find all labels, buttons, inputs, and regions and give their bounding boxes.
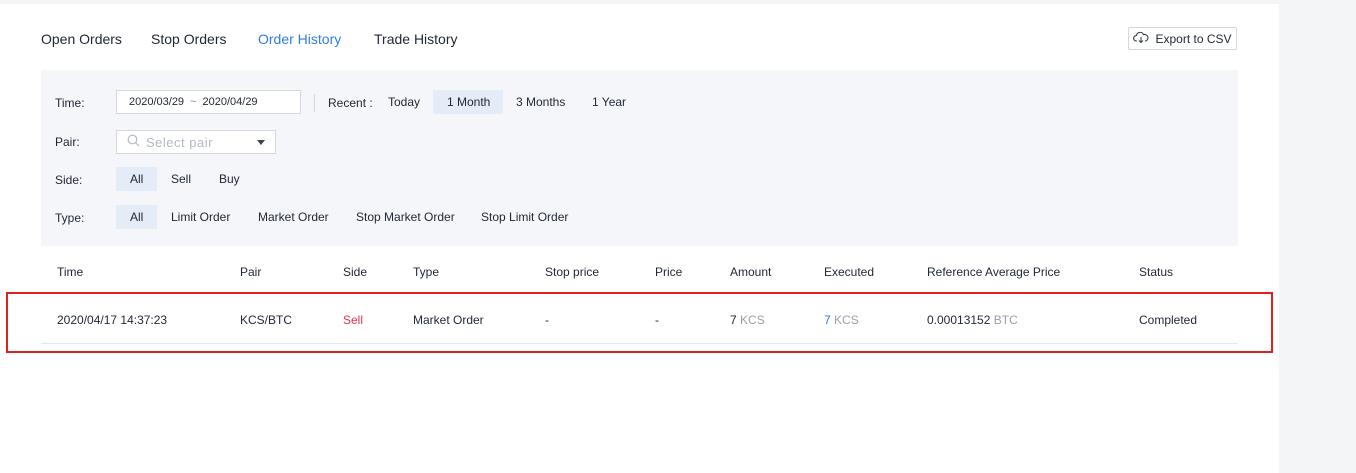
recent-label: Recent : — [328, 96, 373, 110]
cloud-download-icon — [1133, 31, 1149, 46]
recent-3-months[interactable]: 3 Months — [502, 90, 579, 114]
time-label: Time: — [55, 96, 85, 110]
chevron-down-icon — [257, 140, 265, 145]
col-time: Time — [57, 265, 84, 279]
tab-open-orders[interactable]: Open Orders — [41, 31, 122, 47]
col-side: Side — [343, 265, 368, 279]
tab-order-history[interactable]: Order History — [258, 31, 341, 47]
col-amount: Amount — [730, 265, 772, 279]
search-icon — [127, 134, 140, 150]
export-csv-label: Export to CSV — [1155, 31, 1232, 46]
col-status: Status — [1139, 265, 1174, 279]
highlight-box — [6, 292, 1273, 353]
date-to: 2020/04/29 — [202, 96, 258, 108]
tab-trade-history[interactable]: Trade History — [374, 31, 458, 47]
col-executed: Executed — [824, 265, 875, 279]
type-stop-limit-order[interactable]: Stop Limit Order — [467, 205, 582, 229]
pair-label: Pair: — [55, 135, 80, 149]
col-pair: Pair — [240, 265, 262, 279]
recent-today[interactable]: Today — [374, 90, 434, 114]
pair-select[interactable]: Select pair — [116, 130, 276, 154]
tab-stop-orders[interactable]: Stop Orders — [151, 31, 226, 47]
type-all[interactable]: All — [116, 205, 158, 229]
filter-panel: Time: 2020/03/29 ~ 2020/04/29 Recent : T… — [41, 70, 1238, 246]
divider — [314, 94, 315, 112]
type-label: Type: — [55, 211, 85, 225]
type-stop-market-order[interactable]: Stop Market Order — [342, 205, 469, 229]
type-limit-order[interactable]: Limit Order — [157, 205, 244, 229]
col-price: Price — [655, 265, 683, 279]
col-stop-price: Stop price — [545, 265, 600, 279]
date-from: 2020/03/29 — [129, 96, 185, 108]
side-sell[interactable]: Sell — [157, 167, 205, 191]
recent-1-year[interactable]: 1 Year — [578, 90, 640, 114]
recent-1-month[interactable]: 1 Month — [433, 90, 503, 114]
date-range-picker[interactable]: 2020/03/29 ~ 2020/04/29 — [116, 90, 301, 114]
export-csv-button[interactable]: Export to CSV — [1128, 27, 1237, 50]
side-label: Side: — [55, 173, 83, 187]
pair-placeholder: Select pair — [146, 134, 213, 150]
side-buy[interactable]: Buy — [205, 167, 254, 191]
type-market-order[interactable]: Market Order — [244, 205, 343, 229]
col-ref-avg-price: Reference Average Price — [927, 265, 1061, 279]
col-type: Type — [413, 265, 440, 279]
date-separator: ~ — [190, 96, 197, 108]
side-all[interactable]: All — [116, 167, 158, 191]
